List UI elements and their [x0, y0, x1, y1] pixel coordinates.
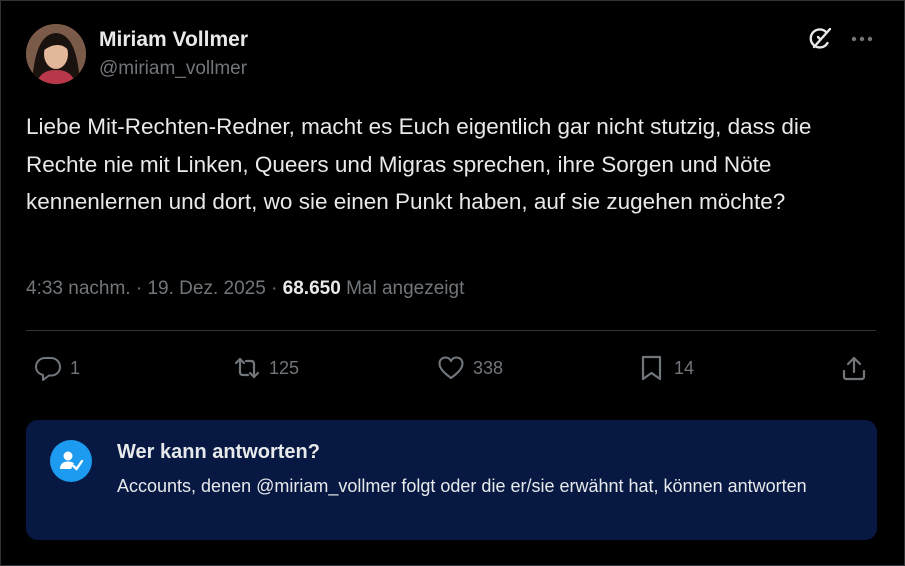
profile-photo-icon	[26, 24, 86, 84]
more-options-icon[interactable]	[848, 25, 876, 53]
reply-button[interactable]: 1	[34, 350, 80, 386]
tweet-date[interactable]: 19. Dez. 2025	[147, 278, 265, 299]
repost-count: 125	[269, 357, 300, 378]
divider	[26, 330, 876, 331]
who-can-reply-card: Wer kann antworten? Accounts, denen @mir…	[26, 420, 877, 540]
repost-button[interactable]: 125	[233, 350, 299, 386]
tweet-time[interactable]: 4:33 nachm.	[26, 278, 131, 299]
share-button[interactable]	[840, 350, 876, 386]
heart-icon	[438, 356, 464, 380]
avatar[interactable]	[26, 24, 86, 84]
who-can-reply-body: Accounts, denen @miriam_vollmer folgt od…	[117, 476, 807, 496]
reply-icon	[35, 357, 61, 381]
grok-icon[interactable]	[806, 25, 834, 53]
author-name[interactable]: Miriam Vollmer	[99, 28, 248, 52]
like-button[interactable]: 338	[437, 350, 503, 386]
reply-count: 1	[70, 357, 81, 378]
who-can-reply-title: Wer kann antworten?	[117, 441, 320, 463]
tweet-text: Liebe Mit-Rechten-Redner, macht es Euch …	[26, 114, 812, 214]
share-icon	[842, 356, 866, 381]
verified-user-icon	[50, 440, 92, 482]
bookmark-button[interactable]: 14	[638, 350, 694, 386]
bookmark-icon	[641, 355, 662, 381]
like-count: 338	[473, 357, 504, 378]
meta-separator: ·	[271, 278, 278, 299]
tweet-meta: 4:33 nachm. · 19. Dez. 2025 · 68.650 Mal…	[26, 278, 464, 300]
meta-separator: ·	[135, 278, 143, 299]
views-label: Mal angezeigt	[346, 278, 465, 299]
author-handle[interactable]: @miriam_vollmer	[99, 58, 247, 80]
bookmark-count: 14	[674, 357, 695, 378]
repost-icon	[234, 357, 260, 379]
views-count: 68.650	[282, 278, 341, 299]
